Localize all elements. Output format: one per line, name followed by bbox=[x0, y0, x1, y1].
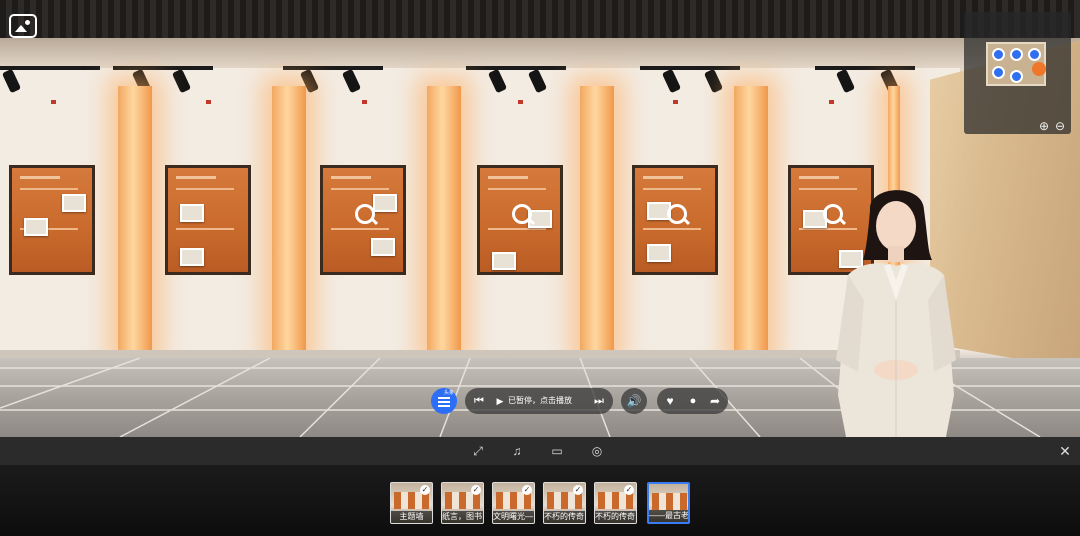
comment-icon[interactable]: ● bbox=[685, 388, 701, 414]
minimap-current-position bbox=[1032, 62, 1046, 76]
ceiling-band bbox=[0, 38, 1080, 68]
minimap-hotspot[interactable] bbox=[992, 48, 1005, 61]
check-icon: ✓ bbox=[420, 485, 430, 495]
exhibit-poster[interactable] bbox=[165, 165, 251, 275]
exit-light bbox=[518, 100, 523, 104]
thumbnail-label: 不朽的传奇… bbox=[595, 511, 636, 523]
scene-thumbnail[interactable]: ✓ 纸言，图书… bbox=[441, 482, 484, 524]
magnify-icon[interactable] bbox=[667, 204, 687, 224]
share-icon[interactable]: ➦ bbox=[707, 388, 723, 414]
music-icon[interactable]: ♫ bbox=[509, 443, 525, 459]
thumbnail-label: ——最古老版 bbox=[649, 510, 688, 522]
exhibit-poster[interactable] bbox=[632, 165, 718, 275]
menu-list-icon bbox=[438, 397, 450, 399]
check-icon: ✓ bbox=[471, 485, 481, 495]
exhibit-poster[interactable] bbox=[9, 165, 95, 275]
scene-thumbnail[interactable]: ✓ 文明曙光—… bbox=[492, 482, 535, 524]
skip-next-icon[interactable]: ⏭ bbox=[592, 388, 606, 414]
zoom-in-icon[interactable]: ⊕ bbox=[1038, 120, 1050, 132]
light-pillar bbox=[272, 86, 306, 358]
thumbnail-label: 不朽的传奇… bbox=[544, 511, 585, 523]
gyroscope-icon[interactable]: ◎ bbox=[589, 443, 605, 459]
heart-icon[interactable]: ♥ bbox=[662, 388, 678, 414]
exhibit-poster[interactable] bbox=[320, 165, 406, 275]
panorama-scene[interactable]: ⊕ ⊖ 头条 ⏮ ▶ 已暂停，点击播放 ⏭ 🔊 ♥ ● ➦ bbox=[0, 0, 1080, 437]
fullscreen-icon[interactable]: ⤢ bbox=[470, 443, 486, 459]
light-track bbox=[466, 66, 566, 70]
menu-list-icon-line bbox=[438, 405, 450, 407]
light-pillar bbox=[580, 86, 614, 358]
menu-list-icon-line bbox=[438, 401, 450, 403]
zoom-out-icon[interactable]: ⊖ bbox=[1054, 120, 1066, 132]
check-icon: ✓ bbox=[624, 485, 634, 495]
light-pillar bbox=[118, 86, 152, 358]
scene-thumbnail-strip bbox=[0, 465, 1080, 536]
baseboard bbox=[0, 350, 960, 358]
check-icon: ✓ bbox=[573, 485, 583, 495]
light-track bbox=[640, 66, 740, 70]
exhibit-poster[interactable] bbox=[477, 165, 563, 275]
magnify-icon[interactable] bbox=[355, 204, 375, 224]
play-icon[interactable]: ▶ bbox=[494, 388, 506, 414]
scene-thumbnail[interactable]: ✓ 主题墙 bbox=[390, 482, 433, 524]
skip-previous-icon[interactable]: ⏮ bbox=[472, 388, 486, 414]
scene-thumbnail[interactable]: ✓ 不朽的传奇… bbox=[594, 482, 637, 524]
magnify-icon[interactable] bbox=[512, 204, 532, 224]
light-pillar bbox=[427, 86, 461, 358]
player-status-text[interactable]: 已暂停，点击播放 bbox=[508, 388, 572, 414]
light-pillar bbox=[734, 86, 768, 358]
check-icon: ✓ bbox=[522, 485, 532, 495]
thumbnail-label: 主题墙 bbox=[391, 511, 432, 523]
scene-thumbnail[interactable]: ✓ 不朽的传奇… bbox=[543, 482, 586, 524]
minimap[interactable]: ⊕ ⊖ bbox=[964, 12, 1071, 134]
vr-glasses-icon[interactable]: ▭ bbox=[549, 443, 565, 459]
exit-light bbox=[51, 100, 56, 104]
scene-thumbnail[interactable]: ——最古老版 bbox=[647, 482, 690, 524]
light-track bbox=[283, 66, 383, 70]
menu-tag: 头条 bbox=[444, 390, 455, 396]
bottom-toolbar: ⤢ ♫ ▭ ◎ ✕ bbox=[0, 437, 1080, 465]
thumbnail-label: 纸言，图书… bbox=[442, 511, 483, 523]
exit-light bbox=[362, 100, 367, 104]
thumbnail-label: 文明曙光—… bbox=[493, 511, 534, 523]
ceiling-slats bbox=[0, 0, 1080, 38]
close-icon[interactable]: ✕ bbox=[1058, 443, 1072, 459]
minimap-hotspot[interactable] bbox=[1010, 48, 1023, 61]
minimap-hotspot[interactable] bbox=[1010, 70, 1023, 83]
image-gallery-icon[interactable] bbox=[9, 14, 37, 38]
minimap-hotspot[interactable] bbox=[992, 66, 1005, 79]
exit-light bbox=[206, 100, 211, 104]
volume-icon[interactable]: 🔊 bbox=[621, 388, 647, 414]
light-track bbox=[815, 66, 915, 70]
minimap-hotspot[interactable] bbox=[1028, 48, 1041, 61]
exit-light bbox=[829, 100, 834, 104]
exit-light bbox=[673, 100, 678, 104]
virtual-guide-avatar bbox=[836, 190, 956, 437]
light-track bbox=[0, 66, 100, 70]
light-track bbox=[113, 66, 213, 70]
thumbnail-preview bbox=[652, 493, 687, 510]
menu-list-button[interactable]: 头条 bbox=[431, 388, 457, 414]
